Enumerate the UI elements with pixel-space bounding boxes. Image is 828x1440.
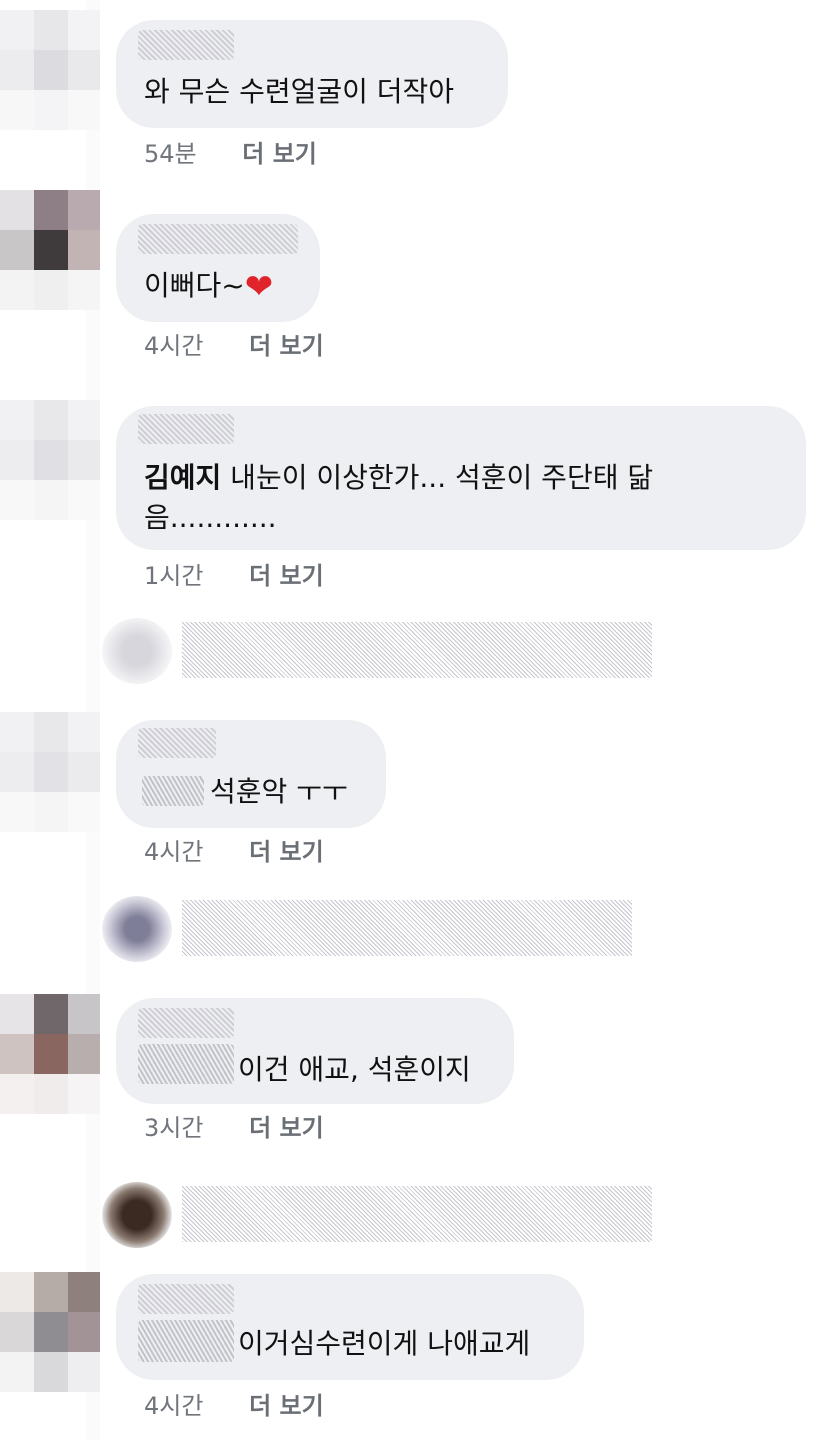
avatar[interactable] xyxy=(0,712,100,832)
mention-link[interactable]: 김예지 xyxy=(144,461,221,494)
avatar[interactable] xyxy=(0,400,100,520)
comment-time: 1시간 xyxy=(144,562,204,590)
comment-meta: 1시간 더 보기 xyxy=(144,560,324,592)
comment-bubble[interactable]: 석훈악 ㅜㅜ xyxy=(116,720,386,828)
author-name[interactable] xyxy=(138,1008,234,1038)
mention-link[interactable] xyxy=(138,1044,234,1084)
comment-bubble[interactable]: 와 무슨 수련얼굴이 더작아 xyxy=(116,20,508,128)
comment-bubble[interactable]: 이건 애교, 석훈이지 xyxy=(116,998,514,1104)
comment-text: 내눈이 이상한가... 석훈이 주단태 닮 xyxy=(221,461,654,494)
comment-text: 석훈악 ㅜㅜ xyxy=(210,775,348,808)
author-name[interactable] xyxy=(138,414,234,444)
comment-time: 3시간 xyxy=(144,1114,204,1142)
see-more-link[interactable]: 더 보기 xyxy=(249,330,324,362)
author-name[interactable] xyxy=(138,224,298,254)
comment-text: 이건 애교, 석훈이지 xyxy=(238,1053,471,1086)
comment-text: 와 무슨 수련얼굴이 더작아 xyxy=(144,75,455,108)
reply-avatar xyxy=(102,618,172,684)
comment-content: 이뻐다~❤ xyxy=(144,266,273,307)
author-name[interactable] xyxy=(138,728,216,758)
comment-text: 이거심수련이게 나애교게 xyxy=(238,1327,531,1360)
comment-time: 4시간 xyxy=(144,332,204,360)
see-more-link[interactable]: 더 보기 xyxy=(249,560,324,592)
comment-text: 이뻐다~ xyxy=(144,269,245,302)
reply-summary xyxy=(182,1186,652,1242)
author-name[interactable] xyxy=(138,1284,234,1314)
reply-summary xyxy=(182,900,632,956)
avatar[interactable] xyxy=(0,994,100,1114)
comment-line-1: 김예지 내눈이 이상한가... 석훈이 주단태 닮 xyxy=(144,458,653,498)
comment-meta: 3시간 더 보기 xyxy=(144,1112,324,1144)
view-replies-row[interactable] xyxy=(100,614,660,688)
mention-link[interactable] xyxy=(138,1320,234,1362)
avatar[interactable] xyxy=(0,190,100,310)
see-more-link[interactable]: 더 보기 xyxy=(242,138,317,170)
reply-avatar xyxy=(102,896,172,962)
comment-meta: 54분 더 보기 xyxy=(144,138,317,170)
reply-summary xyxy=(182,622,652,678)
see-more-link[interactable]: 더 보기 xyxy=(249,836,324,868)
comment-time: 4시간 xyxy=(144,1392,204,1420)
view-replies-row[interactable] xyxy=(100,1178,660,1252)
comment-time: 54분 xyxy=(144,140,197,168)
avatar[interactable] xyxy=(0,10,100,130)
comment-time: 4시간 xyxy=(144,838,204,866)
see-more-link[interactable]: 더 보기 xyxy=(249,1112,324,1144)
view-replies-row[interactable] xyxy=(100,892,640,966)
comment-meta: 4시간 더 보기 xyxy=(144,836,324,868)
comment-line-2: 음............ xyxy=(144,501,277,534)
avatar[interactable] xyxy=(0,1272,100,1392)
comment-bubble[interactable]: 이뻐다~❤ xyxy=(116,214,320,322)
comment-bubble[interactable]: 김예지 내눈이 이상한가... 석훈이 주단태 닮 음............ xyxy=(116,406,806,550)
author-name[interactable] xyxy=(138,30,234,60)
reply-avatar xyxy=(102,1182,172,1248)
comment-bubble[interactable]: 이거심수련이게 나애교게 xyxy=(116,1274,584,1380)
see-more-link[interactable]: 더 보기 xyxy=(249,1390,324,1422)
heart-emoji-icon: ❤ xyxy=(244,267,274,307)
comment-meta: 4시간 더 보기 xyxy=(144,1390,324,1422)
mention-link[interactable] xyxy=(142,776,204,806)
comment-meta: 4시간 더 보기 xyxy=(144,330,324,362)
